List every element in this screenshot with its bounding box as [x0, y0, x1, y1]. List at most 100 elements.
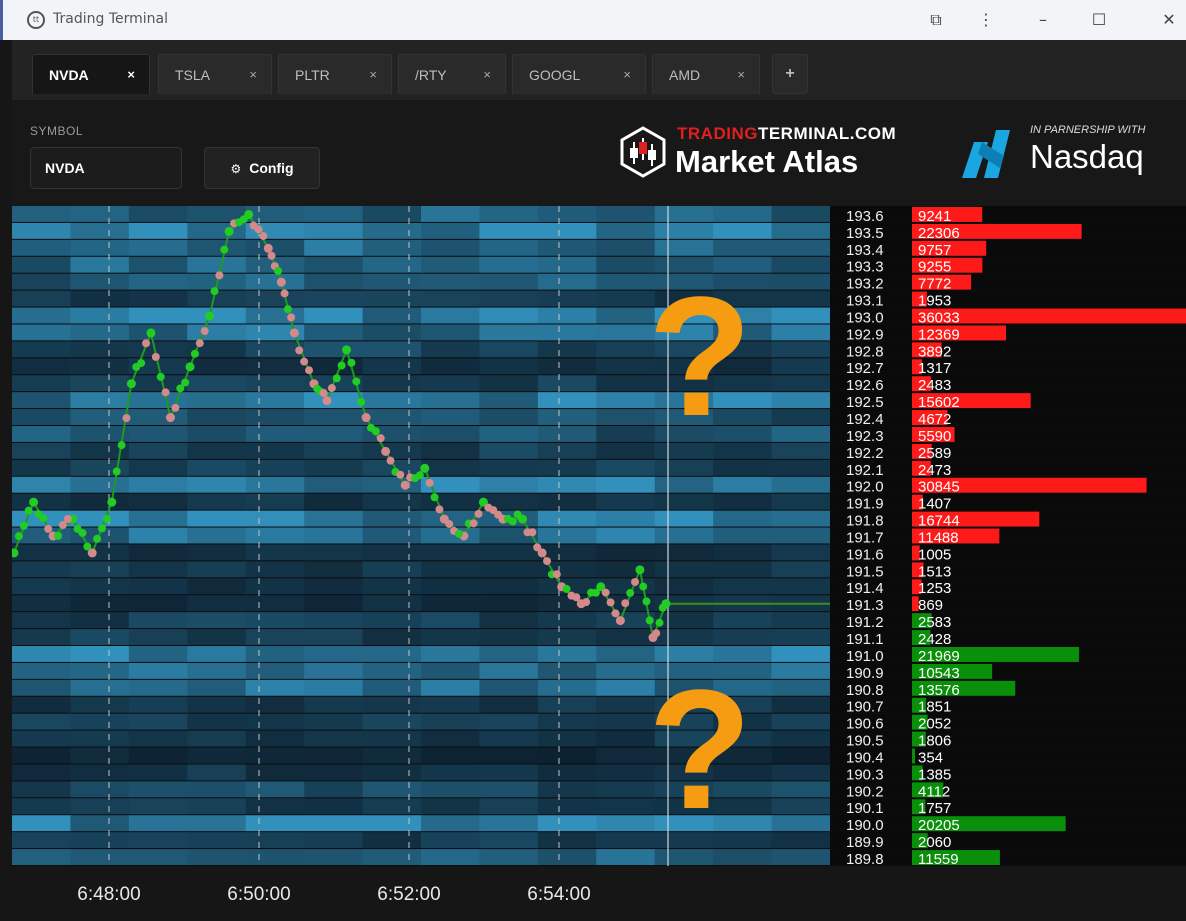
maximize-button[interactable]: ☐: [1079, 6, 1119, 34]
heatmap-cell: [304, 679, 364, 696]
tab-close-icon[interactable]: ×: [483, 55, 491, 95]
heatmap-cell: [537, 662, 598, 679]
heatmap-cell: [537, 815, 598, 832]
price-level-label: 190.7: [846, 699, 884, 716]
tab-tsla[interactable]: TSLA ×: [158, 54, 272, 94]
heatmap-cell: [654, 239, 715, 256]
tab-pltr[interactable]: PLTR ×: [278, 54, 392, 94]
heatmap-cell: [421, 578, 481, 595]
heatmap-cell: [12, 256, 72, 273]
heatmap-cell: [245, 409, 306, 425]
heatmap-cell: [245, 612, 306, 629]
tab-close-icon[interactable]: ×: [127, 55, 135, 95]
tab-amd[interactable]: AMD ×: [652, 54, 760, 94]
heatmap-cell: [596, 256, 656, 273]
heatmap-cell: [128, 849, 189, 865]
heatmap-cell: [479, 544, 539, 561]
heatmap-cell: [70, 561, 130, 578]
more-options-icon[interactable]: ⋮: [966, 6, 1006, 34]
trace-point: [190, 349, 199, 358]
trace-point: [29, 497, 39, 507]
tab-close-icon[interactable]: ×: [249, 55, 257, 95]
heatmap-cell: [12, 459, 72, 476]
heatmap-cell: [304, 341, 364, 358]
heatmap-cell: [304, 273, 364, 290]
heatmap-cell: [70, 239, 130, 256]
heatmap-cell: [12, 646, 72, 662]
trace-point: [572, 593, 581, 602]
heatmap-cell: [362, 409, 422, 425]
extensions-icon[interactable]: ⧉: [916, 6, 956, 34]
heatmap-cell: [479, 290, 539, 307]
tab-close-icon[interactable]: ×: [369, 55, 377, 95]
heatmap-cell: [12, 222, 72, 239]
heatmap-cell: [187, 595, 247, 612]
trace-point: [305, 366, 314, 375]
trace-point: [161, 388, 170, 397]
trace-point: [93, 534, 102, 543]
heatmap-cell: [537, 239, 598, 256]
heatmap-cell: [713, 510, 773, 527]
heatmap-cell: [479, 815, 539, 832]
heatmap-cell: [479, 832, 539, 849]
trace-point: [126, 379, 136, 389]
trace-point: [615, 616, 625, 626]
heatmap-cell: [362, 307, 422, 324]
heatmap-cell: [479, 324, 539, 341]
order-size-label: 9241: [918, 208, 951, 225]
heatmap-cell: [70, 510, 130, 527]
trace-point: [386, 456, 395, 465]
add-tab-button[interactable]: +: [772, 54, 808, 94]
minimize-button[interactable]: –: [1023, 6, 1063, 34]
tab-googl[interactable]: GOOGL ×: [512, 54, 646, 94]
heatmap-cell: [771, 798, 831, 815]
heatmap-cell: [362, 612, 422, 629]
trace-point: [582, 598, 591, 607]
heatmap-cell: [771, 358, 831, 375]
tab-close-icon[interactable]: ×: [737, 55, 745, 95]
symbol-input[interactable]: NVDA: [30, 147, 182, 189]
heatmap-svg: 193.6 9241 193.5 22306 193.4 9757 193.3 9255 193…: [12, 206, 1186, 866]
trace-point: [98, 524, 107, 533]
heatmap-cell: [12, 324, 72, 341]
heatmap-cell: [187, 358, 247, 375]
trace-point: [357, 397, 366, 406]
trace-point: [400, 480, 410, 490]
heatmap-cell: [479, 375, 539, 392]
tab-label: NVDA: [49, 67, 89, 83]
heatmap-cell: [654, 561, 715, 578]
heatmap-cell: [537, 273, 598, 290]
heatmap-cell: [479, 595, 539, 612]
close-window-button[interactable]: ✕: [1149, 6, 1186, 34]
heatmap-cell: [537, 679, 598, 696]
tab-nvda[interactable]: NVDA ×: [32, 54, 150, 94]
trace-point: [430, 493, 439, 502]
heatmap-cell: [187, 239, 247, 256]
heatmap-cell: [771, 459, 831, 476]
heatmap-cell: [70, 324, 130, 341]
heatmap-cell: [537, 459, 598, 476]
heatmap-cell: [187, 798, 247, 815]
heatmap-cell: [128, 662, 189, 679]
heatmap-cell: [479, 442, 539, 459]
config-button[interactable]: ⚙ Config: [204, 147, 320, 189]
heatmap-cell: [12, 815, 72, 832]
heatmap-cell: [596, 679, 656, 696]
heatmap-cell: [362, 662, 422, 679]
heatmap-cell: [128, 222, 189, 239]
heatmap-cell: [596, 713, 656, 730]
heatmap-cell: [304, 459, 364, 476]
heatmap-cell: [713, 561, 773, 578]
tab-close-icon[interactable]: ×: [623, 55, 631, 95]
heatmap-cell: [421, 273, 481, 290]
order-book-heatmap-chart[interactable]: 193.6 9241 193.5 22306 193.4 9757 193.3 9255 193…: [12, 206, 1186, 866]
heatmap-cell: [421, 815, 481, 832]
trace-point: [295, 346, 304, 355]
heatmap-cell: [537, 290, 598, 307]
heatmap-cell: [362, 206, 422, 222]
heatmap-cell: [245, 375, 306, 392]
tab-rty[interactable]: /RTY ×: [398, 54, 506, 94]
heatmap-cell: [654, 544, 715, 561]
heatmap-cell: [12, 341, 72, 358]
heatmap-cell: [771, 679, 831, 696]
